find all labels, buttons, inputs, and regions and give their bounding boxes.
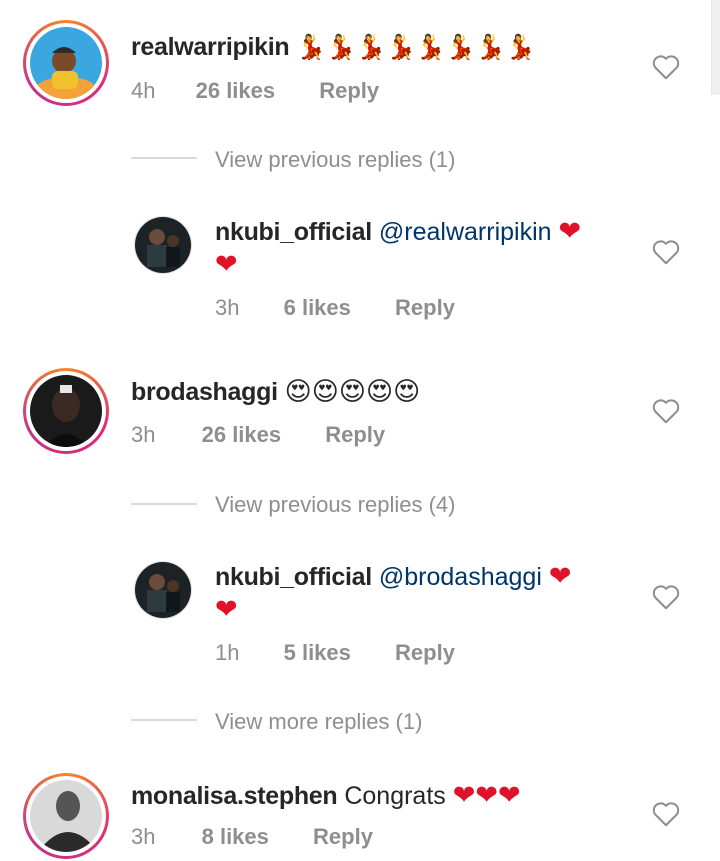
reply-button[interactable]: Reply: [319, 77, 379, 105]
comment-text: 😍😍😍😍😍: [284, 377, 421, 407]
mention-link[interactable]: @brodashaggi: [379, 563, 542, 591]
reply-button[interactable]: Reply: [395, 294, 455, 322]
view-more-replies-button[interactable]: View more replies (1): [215, 708, 422, 736]
username[interactable]: nkubi_official: [215, 218, 372, 246]
avatar[interactable]: [134, 216, 192, 274]
timestamp: 3h: [131, 824, 156, 849]
heart-emoji: ❤: [215, 249, 238, 280]
heart-outline-icon[interactable]: [651, 800, 681, 828]
heart-outline-icon[interactable]: [651, 583, 681, 611]
mention-link[interactable]: @realwarripikin: [379, 218, 552, 246]
avatar-story-ring[interactable]: [23, 773, 109, 859]
heart-emoji: ❤❤❤: [452, 780, 521, 811]
likes-count[interactable]: 26 likes: [202, 421, 282, 449]
reply-button[interactable]: Reply: [313, 823, 373, 851]
username[interactable]: brodashaggi: [131, 378, 278, 406]
timestamp: 3h: [131, 422, 156, 447]
likes-count[interactable]: 6 likes: [284, 294, 351, 322]
heart-emoji: ❤: [558, 216, 582, 247]
username[interactable]: nkubi_official: [215, 563, 372, 591]
avatar: [30, 27, 102, 99]
comment-text: Congrats: [344, 782, 446, 810]
avatar[interactable]: [134, 561, 192, 619]
view-previous-replies-button[interactable]: View previous replies (4): [215, 491, 455, 519]
scrollbar[interactable]: [711, 0, 720, 95]
avatar: [30, 375, 102, 447]
avatar: [30, 780, 102, 852]
likes-count[interactable]: 5 likes: [284, 639, 351, 667]
likes-count[interactable]: 8 likes: [202, 823, 269, 851]
avatar-image: [135, 217, 191, 273]
avatar-story-ring[interactable]: [23, 368, 109, 454]
avatar-story-ring[interactable]: [23, 20, 109, 106]
username[interactable]: monalisa.stephen: [131, 782, 338, 810]
avatar-image: [135, 562, 191, 618]
heart-emoji: ❤: [215, 594, 238, 625]
heart-outline-icon[interactable]: [651, 53, 681, 81]
reply-button[interactable]: Reply: [325, 421, 385, 449]
username[interactable]: realwarripikin: [131, 33, 290, 61]
timestamp: 1h: [215, 640, 240, 665]
timestamp: 4h: [131, 78, 156, 103]
likes-count[interactable]: 26 likes: [196, 77, 276, 105]
heart-emoji: ❤: [548, 561, 572, 592]
heart-outline-icon[interactable]: [651, 397, 681, 425]
comment-text: 💃💃💃💃💃💃💃💃: [296, 33, 536, 61]
reply-button[interactable]: Reply: [395, 639, 455, 667]
view-previous-replies-button[interactable]: View previous replies (1): [215, 146, 455, 174]
heart-outline-icon[interactable]: [651, 238, 681, 266]
timestamp: 3h: [215, 295, 240, 320]
divider: [131, 719, 197, 721]
divider: [131, 503, 197, 505]
divider: [131, 157, 197, 159]
